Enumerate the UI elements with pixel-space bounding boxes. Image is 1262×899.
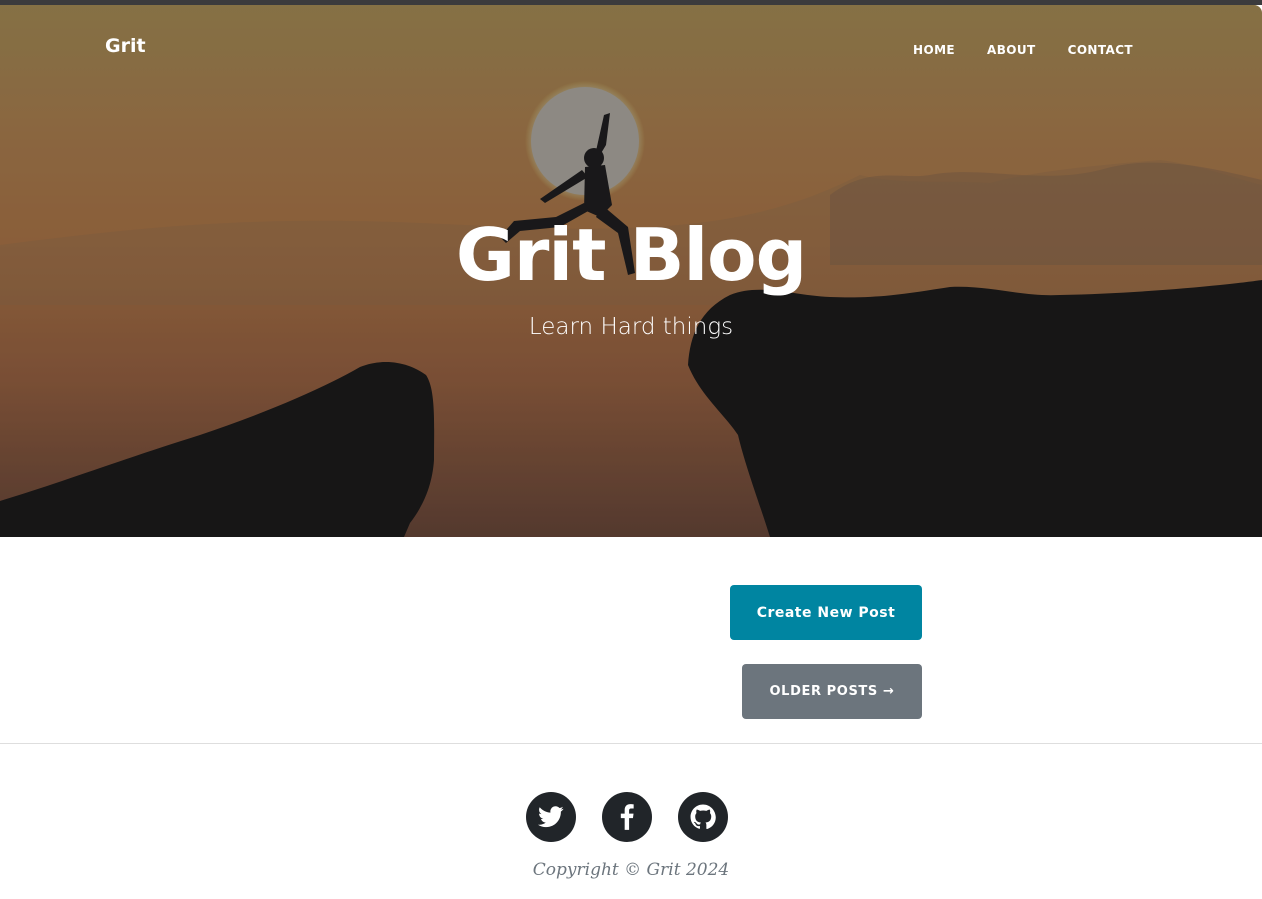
navbar-brand[interactable]: Grit xyxy=(105,35,146,57)
nav-link-about[interactable]: ABOUT xyxy=(987,43,1036,57)
site-title: Grit Blog xyxy=(455,213,807,297)
copyright-text: Copyright © Grit 2024 xyxy=(532,860,730,880)
nav-link-contact[interactable]: CONTACT xyxy=(1068,43,1133,57)
facebook-icon xyxy=(620,804,634,830)
social-links xyxy=(526,792,728,842)
hero-header: Grit HOME ABOUT CONTACT Grit Blog Learn … xyxy=(0,5,1262,537)
create-new-post-button[interactable]: Create New Post xyxy=(730,585,922,640)
nav-link-home[interactable]: HOME xyxy=(913,43,955,57)
older-posts-button[interactable]: OLDER POSTS → xyxy=(742,664,922,719)
footer-divider xyxy=(0,743,1262,744)
github-icon xyxy=(690,804,716,830)
github-link[interactable] xyxy=(678,792,728,842)
twitter-link[interactable] xyxy=(526,792,576,842)
site-subtitle: Learn Hard things xyxy=(528,314,734,340)
facebook-link[interactable] xyxy=(602,792,652,842)
twitter-icon xyxy=(538,806,564,828)
main-nav: HOME ABOUT CONTACT xyxy=(913,43,1133,57)
